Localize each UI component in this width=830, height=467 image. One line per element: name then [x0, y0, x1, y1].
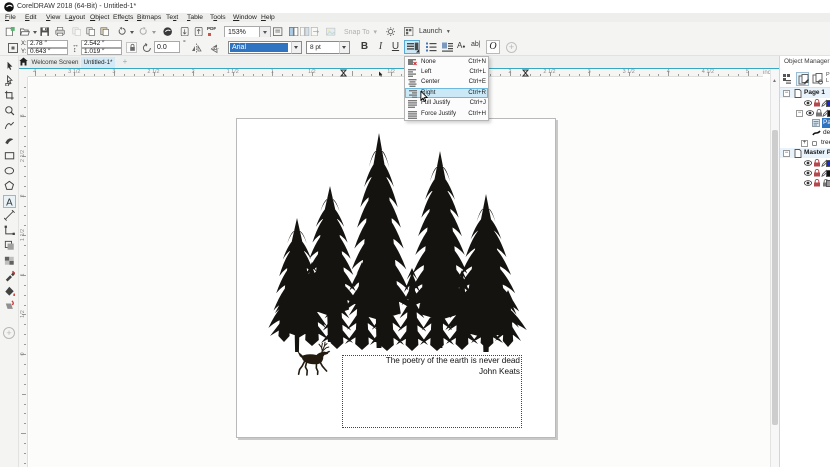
svg-text:A: A	[6, 197, 13, 207]
